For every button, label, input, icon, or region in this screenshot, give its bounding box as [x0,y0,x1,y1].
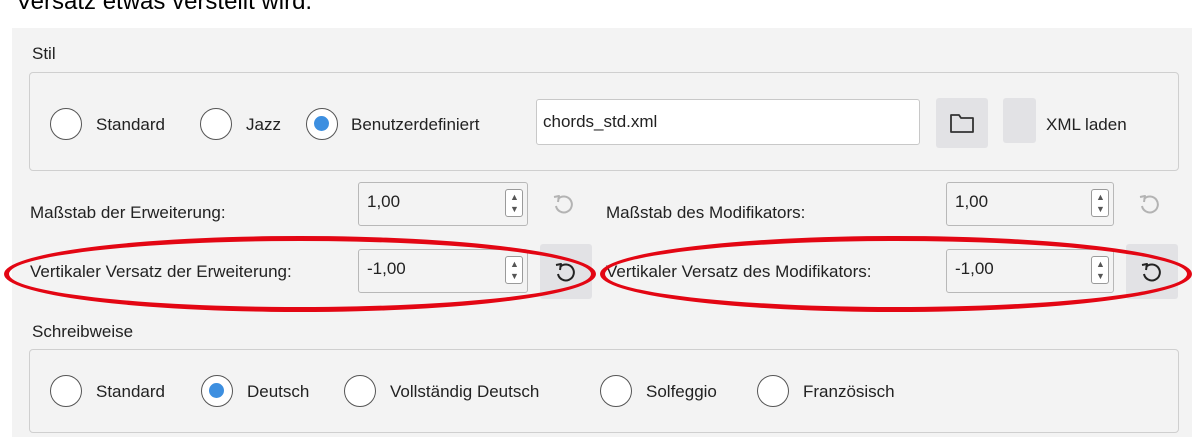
modifier-offset-reset-button[interactable] [1126,244,1178,299]
browse-folder-button[interactable] [936,98,988,148]
xml-load-checkbox[interactable] [1003,98,1036,143]
modifier-scale-reset-button[interactable] [1126,182,1174,226]
modifier-offset-value: -1,00 [955,259,994,278]
extension-offset-stepper[interactable]: ▲ ▼ [505,256,523,284]
radio-spelling-french[interactable] [757,375,789,407]
modifier-offset-spinbox[interactable]: -1,00 ▲ ▼ [946,249,1114,293]
modifier-scale-label: Maßstab des Modifikators: [606,203,806,222]
extension-offset-label: Vertikaler Versatz der Erweiterung: [30,262,292,281]
radio-spelling-german-label: Deutsch [247,382,310,401]
spin-down-icon: ▼ [510,271,519,281]
radio-spelling-full-german-label: Vollständig Deutsch [390,382,540,401]
extension-scale-label: Maßstab der Erweiterung: [30,203,226,222]
spin-up-icon: ▲ [1096,259,1105,269]
radio-style-custom[interactable] [306,108,338,140]
radio-spelling-standard-label: Standard [96,382,165,401]
radio-style-standard[interactable] [50,108,82,140]
extension-scale-stepper[interactable]: ▲ ▼ [505,189,523,217]
spin-up-icon: ▲ [510,192,519,202]
extension-offset-value: -1,00 [367,259,406,278]
spin-down-icon: ▼ [510,204,519,214]
folder-icon [950,114,974,133]
radio-style-standard-label: Standard [96,115,165,134]
spin-up-icon: ▲ [510,259,519,269]
spin-down-icon: ▼ [1096,271,1105,281]
radio-spelling-standard[interactable] [50,375,82,407]
caption-text: Versatz etwas verstellt wird. [16,0,313,15]
radio-style-custom-label: Benutzerdefiniert [351,115,480,134]
extension-offset-spinbox[interactable]: -1,00 ▲ ▼ [358,249,528,293]
style-file-input[interactable]: chords_std.xml [536,99,920,145]
reset-icon [553,195,573,214]
modifier-offset-stepper[interactable]: ▲ ▼ [1091,256,1109,284]
reset-icon [1141,262,1161,281]
extension-scale-reset-button[interactable] [540,182,588,226]
modifier-scale-value: 1,00 [955,192,989,211]
reset-icon [1139,195,1159,214]
radio-spelling-solfeggio[interactable] [600,375,632,407]
extension-scale-value: 1,00 [367,192,401,211]
spin-down-icon: ▼ [1096,204,1105,214]
modifier-offset-label: Vertikaler Versatz des Modifikators: [606,262,872,281]
spin-up-icon: ▲ [1096,192,1105,202]
xml-load-label: XML laden [1046,115,1127,134]
radio-spelling-solfeggio-label: Solfeggio [646,382,717,401]
modifier-scale-spinbox[interactable]: 1,00 ▲ ▼ [946,182,1114,226]
radio-spelling-full-german[interactable] [344,375,376,407]
spelling-section-title: Schreibweise [32,322,134,341]
modifier-scale-stepper[interactable]: ▲ ▼ [1091,189,1109,217]
radio-style-jazz[interactable] [200,108,232,140]
extension-offset-reset-button[interactable] [540,244,592,299]
reset-icon [555,262,575,281]
style-section-title: Stil [32,44,56,63]
extension-scale-spinbox[interactable]: 1,00 ▲ ▼ [358,182,528,226]
radio-spelling-german[interactable] [201,375,233,407]
radio-style-jazz-label: Jazz [246,115,281,134]
radio-spelling-french-label: Französisch [803,382,895,401]
